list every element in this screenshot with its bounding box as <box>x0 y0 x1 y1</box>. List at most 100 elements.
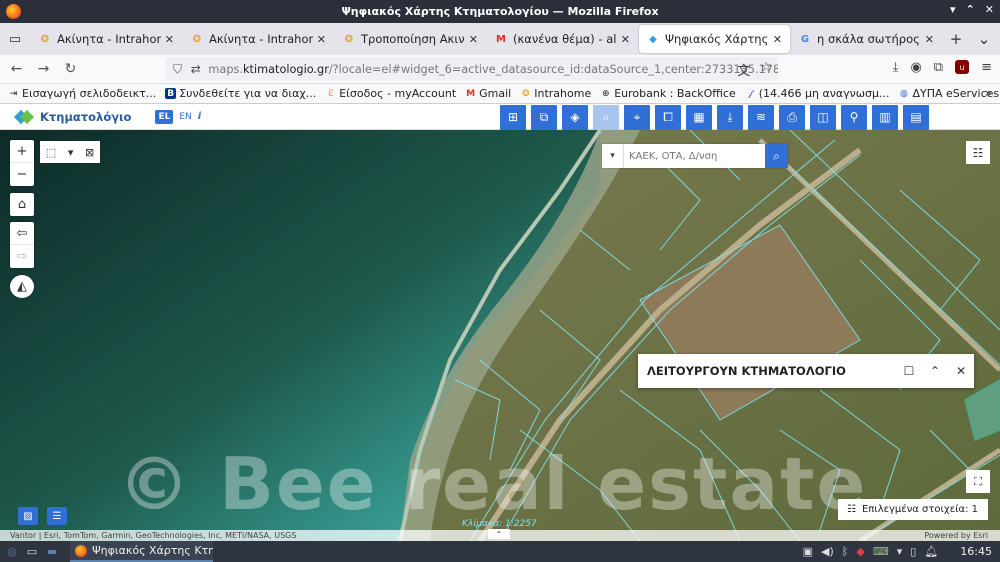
next-extent-icon[interactable]: ⇨ <box>10 245 34 268</box>
fullscreen-icon[interactable]: ⛶ <box>966 470 990 493</box>
lang-el-button[interactable]: EL <box>155 109 174 124</box>
clear-selection-icon[interactable]: ⊠ <box>85 146 94 159</box>
ktimatologio-brand[interactable]: Κτηματολόγιο <box>13 109 131 124</box>
home-icon[interactable]: ⌂ <box>10 193 34 216</box>
show-desktop-icon[interactable]: ▭ <box>22 541 42 562</box>
attribution-toggle-icon[interactable]: ⌃ <box>488 529 510 539</box>
search-tool-icon[interactable]: ⌕ <box>593 104 619 130</box>
clipboard-icon[interactable]: ▣ <box>803 545 813 558</box>
lang-en-button[interactable]: EN <box>179 112 191 122</box>
close-popup-icon[interactable]: ✕ <box>948 364 974 378</box>
start-menu-icon[interactable]: ◎ <box>2 541 22 562</box>
bookmarks-overflow-icon[interactable]: » <box>985 86 992 100</box>
tab-close-icon[interactable]: ✕ <box>165 33 174 46</box>
basemap-toggle-icon[interactable]: ▨ <box>18 507 38 525</box>
browser-tab[interactable]: ❂ Τροποποίηση Ακινήτου ✕ <box>335 25 486 53</box>
clock[interactable]: 16:45 <box>960 545 992 558</box>
legend-list-icon[interactable]: ☰ <box>47 507 67 525</box>
url-path: /?locale=el#widget_6=active_datasource_i… <box>328 62 778 76</box>
site-permissions-icon[interactable]: ⇄ <box>191 62 209 76</box>
data-stack-icon[interactable]: ≋ <box>748 104 774 130</box>
selected-features[interactable]: ☷ Επιλεγμένα στοιχεία: 1 <box>838 499 988 520</box>
basemap-gallery-icon[interactable]: ⧉ <box>531 104 557 130</box>
url-bar[interactable]: ⛉ ⇄ maps.ktimatologio.gr/?locale=el#widg… <box>165 57 778 81</box>
previous-extent-icon[interactable]: ⇦ <box>10 222 34 245</box>
zoom-in-button[interactable]: + <box>10 140 34 163</box>
attribute-table-icon[interactable]: ▦ <box>686 104 712 130</box>
print-icon[interactable]: ⎙ <box>779 104 805 130</box>
browser-tab[interactable]: ❂ Ακίνητα - Intrahome ✕ <box>31 25 182 53</box>
minimize-icon[interactable]: ▾ <box>950 3 956 16</box>
bookmark-item[interactable]: 𝒻 (14.466 μη αναγνωσμ... <box>745 87 890 100</box>
info-icon[interactable]: i <box>198 111 201 122</box>
select-tool[interactable]: ⬚ ▾ ⊠ <box>40 141 100 163</box>
tab-close-icon[interactable]: ✕ <box>773 33 782 46</box>
bar-chart-icon[interactable]: ▤ <box>903 104 929 130</box>
map-view[interactable]: © Bee real estate + − ⌂ ⇦ ⇨ ◭ ⬚ ▾ ⊠ ▾ ⌕ … <box>0 130 1000 541</box>
url-actions: 文 ☆ <box>737 60 772 79</box>
swipe-compare-icon[interactable]: ◫ <box>810 104 836 130</box>
forward-arrow-icon[interactable]: → <box>30 56 57 83</box>
download-icon[interactable]: ⤓ <box>717 104 743 130</box>
browser-tab[interactable]: ❂ Ακίνητα - Intrahome ✕ <box>183 25 334 53</box>
collapse-popup-icon[interactable]: ⌃ <box>922 364 948 378</box>
bookmark-label: (14.466 μη αναγνωσμ... <box>758 87 890 100</box>
bluetooth-icon[interactable]: ᛒ <box>842 545 849 558</box>
notifications-icon[interactable]: 🔔︎ <box>924 545 938 558</box>
select-cursor-icon[interactable]: ⬚ <box>46 146 56 159</box>
taskbar-firefox-window[interactable]: Ψηφιακός Χάρτης Κτη... <box>70 541 213 562</box>
browser-tab-active[interactable]: ◆ Ψηφιακός Χάρτης Κτημ ✕ <box>639 25 790 53</box>
bookmark-star-icon[interactable]: ☆ <box>760 60 772 79</box>
tab-list-icon[interactable]: ▭ <box>0 23 30 55</box>
file-manager-icon[interactable]: ▬ <box>42 541 62 562</box>
url-text[interactable]: maps.ktimatologio.gr/?locale=el#widget_6… <box>208 63 778 76</box>
translate-icon[interactable]: 文 <box>737 60 750 79</box>
tab-overflow-chevron-icon[interactable]: ⌄ <box>970 25 998 53</box>
query-icon[interactable]: ⧠ <box>655 104 681 130</box>
powered-by-esri[interactable]: Powered by Esri <box>924 531 988 540</box>
locate-coordinates-icon[interactable]: ⌖ <box>624 104 650 130</box>
tab-close-icon[interactable]: ✕ <box>621 33 630 46</box>
maximize-icon[interactable]: ⌃ <box>966 3 975 16</box>
compass-icon[interactable]: ◭ <box>10 275 34 298</box>
menu-icon[interactable]: ≡ <box>981 60 992 75</box>
bookmark-item[interactable]: ℰ Είσοδος - myAccount <box>325 87 456 100</box>
extensions-icon[interactable]: ⧉ <box>934 60 943 75</box>
layers-icon[interactable]: ◈ <box>562 104 588 130</box>
dock-popup-icon[interactable]: ☐ <box>896 364 922 378</box>
grid-widgets-icon[interactable]: ⊞ <box>500 104 526 130</box>
search-icon[interactable]: ⌕ <box>765 144 788 168</box>
layer-list-icon[interactable]: ☷ <box>966 141 990 164</box>
ublock-icon[interactable]: u <box>955 60 970 74</box>
location-pin-icon[interactable]: ⚲ <box>841 104 867 130</box>
wifi-icon[interactable]: ▾ <box>897 545 903 558</box>
vpn-icon[interactable]: ◆ <box>856 545 864 558</box>
bookmark-item[interactable]: ❂ Intrahome <box>520 87 591 100</box>
chevron-down-icon[interactable]: ▾ <box>68 146 74 159</box>
volume-icon[interactable]: ◀) <box>821 545 834 558</box>
os-taskbar: ◎ ▭ ▬ Ψηφιακός Χάρτης Κτη... ▣ ◀) ᛒ ◆ ⌨ … <box>0 541 1000 562</box>
bookmark-item[interactable]: B Συνδεθείτε για να διαχ... <box>165 87 316 100</box>
shield-icon[interactable]: ⛉ <box>173 62 191 77</box>
window-controls: ▾ ⌃ ✕ <box>950 3 994 16</box>
tab-close-icon[interactable]: ✕ <box>469 33 478 46</box>
tab-close-icon[interactable]: ✕ <box>925 33 934 46</box>
downloads-icon[interactable]: ⤓ <box>893 60 899 75</box>
chart-icon[interactable]: ▥ <box>872 104 898 130</box>
keyboard-layout-icon[interactable]: ⌨ <box>873 545 889 558</box>
zoom-out-button[interactable]: − <box>10 163 34 186</box>
bookmark-item[interactable]: ⊕ Eurobank : BackOffice <box>600 87 736 100</box>
battery-icon[interactable]: ▯ <box>910 545 916 558</box>
bookmark-item[interactable]: M Gmail <box>465 87 511 100</box>
search-source-dropdown[interactable]: ▾ <box>602 144 624 168</box>
reload-icon[interactable]: ↻ <box>57 56 84 83</box>
bookmark-item[interactable]: ⇥ Εισαγωγή σελιδοδεικτ... <box>8 87 156 100</box>
tab-close-icon[interactable]: ✕ <box>317 33 326 46</box>
browser-tab[interactable]: M (κανένα θέμα) - alisano ✕ <box>487 25 638 53</box>
browser-tab[interactable]: G η σκάλα σωτήρος ανατ ✕ <box>791 25 942 53</box>
search-input[interactable] <box>624 145 765 167</box>
close-window-icon[interactable]: ✕ <box>985 3 994 16</box>
back-arrow-icon[interactable]: ← <box>3 56 30 83</box>
new-tab-icon[interactable]: + <box>942 25 970 53</box>
firefox-account-icon[interactable]: ◉ <box>910 60 921 75</box>
